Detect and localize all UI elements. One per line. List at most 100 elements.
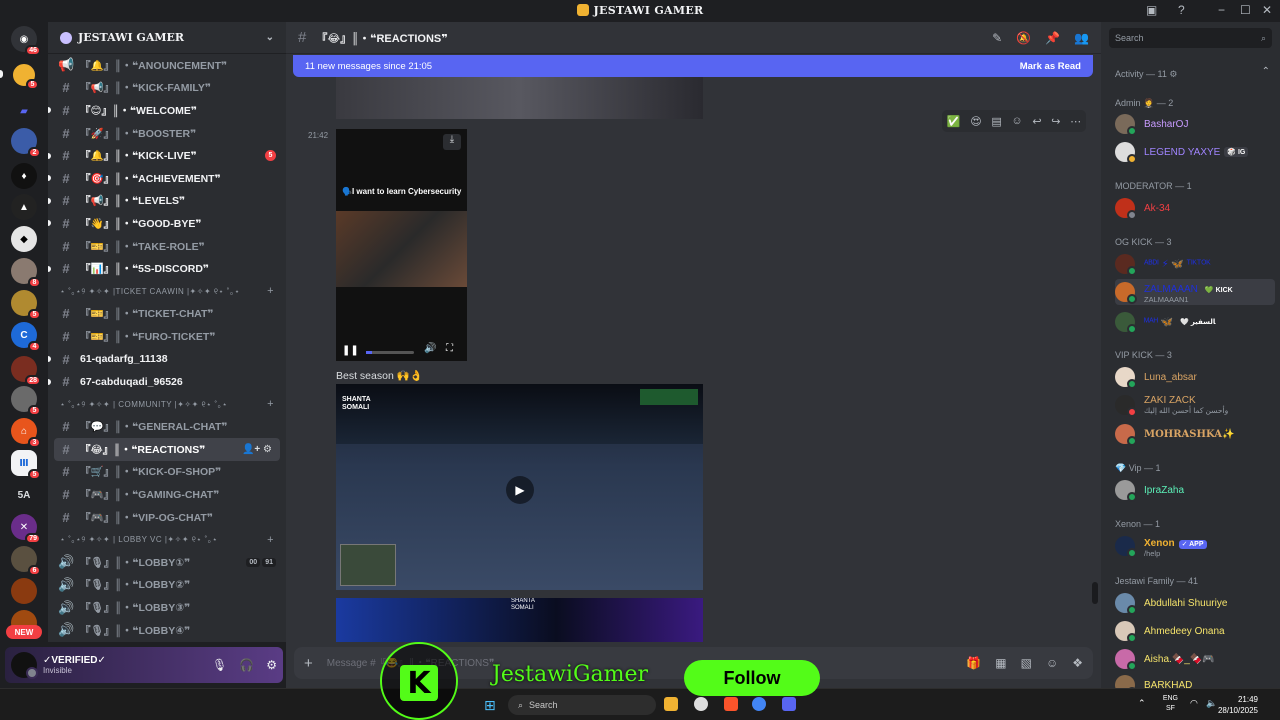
- member-item[interactable]: ᴬᴮᴰᴵ ⚡ 🦋 ᵀᴵᴷᵀᴼᴷ: [1115, 251, 1273, 277]
- search-box[interactable]: ⌕: [1109, 28, 1272, 48]
- voice-lobby-2[interactable]: 🔊 『🎙』║ ・❝LOBBY②❞: [48, 574, 286, 597]
- image-attachment[interactable]: [336, 77, 703, 119]
- reaction-custom-icon[interactable]: ▤: [991, 115, 1001, 128]
- channel-67-cabduqadi[interactable]: #67-cabduqadi_96526: [48, 370, 286, 393]
- member-item[interactable]: BasharOJ: [1115, 111, 1273, 137]
- wifi-icon[interactable]: ◠: [1190, 698, 1198, 709]
- channel-5s-discord[interactable]: # 『📊』║ ・❝5S-DISCORD❞: [48, 257, 286, 280]
- brave-icon[interactable]: [724, 697, 738, 711]
- category-ticket[interactable]: ⋆ ˚｡⋆୨ ✦✧✦ |TICKET CAAWIN |✦✧✦ ୧⋆ ˚｡⋆ +: [48, 280, 286, 303]
- member-item[interactable]: Aisha.🍫_🍫🎮: [1115, 646, 1273, 672]
- search-input[interactable]: [1115, 33, 1245, 43]
- volume-icon[interactable]: 🔊: [424, 343, 436, 354]
- member-item[interactable]: ZALMAAAN 💚 KICK ZALMAAAN1: [1115, 279, 1275, 305]
- channel-levels[interactable]: # 『📢』║ ・❝LEVELS❞: [48, 190, 286, 213]
- channel-ticket-chat[interactable]: # 『🎫』║ ・❝TICKET-CHAT❞: [48, 303, 286, 326]
- channel-achievement[interactable]: # 『🎯』║ ・❝ACHIEVEMENT❞: [48, 167, 286, 190]
- fullscreen-icon[interactable]: ⛶: [446, 343, 453, 354]
- close-button[interactable]: ✕: [1262, 3, 1272, 17]
- server-jestawi[interactable]: 5: [11, 62, 39, 90]
- member-item[interactable]: ZAKI ZACK وأحسن كما أحسن الله إليك: [1115, 392, 1273, 418]
- chevron-down-icon[interactable]: ⌄: [266, 32, 274, 43]
- reaction-heart-eyes-icon[interactable]: 😍: [970, 115, 981, 128]
- windows-start-icon[interactable]: ⊞: [484, 697, 496, 714]
- member-item[interactable]: BARKHAD: [1115, 672, 1273, 688]
- server-icon[interactable]: 8: [11, 258, 41, 288]
- server-icon[interactable]: ✕ 79: [11, 514, 41, 544]
- avatar[interactable]: [11, 652, 38, 679]
- taskbar-search-input[interactable]: [529, 700, 630, 710]
- channel-kick-live[interactable]: # 『🔔』║ ・❝KICK-LIVE❞ 5: [48, 144, 286, 167]
- channel-vip-og-chat[interactable]: # 『🎮』║ ・❝VIP-OG-CHAT❞: [48, 506, 286, 529]
- reaction-check-icon[interactable]: ✅: [947, 115, 961, 128]
- category-lobby[interactable]: ⋆ ˚｡⋆୨ ✦✧✦ | LOBBY VC |✦✧✦ ୧⋆ ˚｡⋆ +: [48, 528, 286, 551]
- user-info[interactable]: ✓VERIFIED✓ Invisible: [43, 655, 106, 675]
- pin-icon[interactable]: 📌: [1045, 31, 1060, 45]
- scrollbar[interactable]: [1092, 582, 1098, 604]
- add-reaction-icon[interactable]: ☺: [1011, 115, 1022, 127]
- emoji-icon[interactable]: ☺: [1046, 656, 1058, 670]
- voice-lobby-3[interactable]: 🔊 『🎙』║ ・❝LOBBY③❞: [48, 596, 286, 619]
- apps-icon[interactable]: ❖: [1072, 656, 1083, 670]
- server-5a[interactable]: 5A: [11, 482, 37, 508]
- member-item[interactable]: MOHRASHKA✨: [1115, 421, 1273, 447]
- gear-icon[interactable]: ⚙: [266, 658, 277, 672]
- help-icon[interactable]: ?: [1178, 3, 1185, 17]
- maximize-button[interactable]: ☐: [1240, 3, 1251, 17]
- headphones-icon[interactable]: 🎧: [239, 658, 254, 672]
- member-item[interactable]: ᴹᴬᴴ 🦋 🤍 ﺎﻟﺴﻔﻴﺮ: [1115, 309, 1273, 335]
- system-clock[interactable]: 21:49 28/10/2025: [1218, 694, 1258, 716]
- server-icon[interactable]: 28: [11, 356, 41, 386]
- steam-icon[interactable]: [694, 697, 708, 711]
- channel-kick-family[interactable]: # 『📢』║ ・❝KICK-FAMILY❞: [48, 77, 286, 100]
- server-icon[interactable]: [11, 578, 37, 604]
- member-item[interactable]: Luna_absar: [1115, 364, 1273, 390]
- video-attachment[interactable]: SHANTA SOMALI: [336, 598, 703, 642]
- server-icon[interactable]: 5: [11, 290, 41, 320]
- server-icon[interactable]: ▲: [11, 194, 37, 220]
- pause-icon[interactable]: ❚❚: [342, 345, 359, 356]
- server-icon[interactable]: 5: [11, 386, 41, 416]
- new-messages-bar[interactable]: 11 new messages since 21:05 Mark as Read: [293, 55, 1093, 77]
- server-icon[interactable]: 2: [11, 128, 41, 158]
- server-icon[interactable]: ♦: [11, 163, 37, 189]
- member-item[interactable]: IpraZaha: [1115, 477, 1273, 503]
- microphone-icon[interactable]: 🎙: [212, 658, 227, 672]
- discord-icon[interactable]: [782, 697, 796, 711]
- chevron-up-icon[interactable]: ⌃: [1138, 698, 1146, 709]
- channel-good-bye[interactable]: # 『👋』║ ・❝GOOD-BYE❞: [48, 212, 286, 235]
- channel-kick-of-shop[interactable]: # 『🛒』║ ・❝KICK-OF-SHOP❞: [48, 461, 286, 484]
- taskbar-search[interactable]: ⌕: [508, 695, 656, 715]
- voice-lobby-4[interactable]: 🔊 『🎙』║ ・❝LOBBY④❞: [48, 619, 286, 642]
- kick-logo-circle[interactable]: K: [380, 642, 458, 720]
- member-item[interactable]: Xenon ✓ APP/help: [1115, 533, 1273, 559]
- channel-gaming-chat[interactable]: # 『🎮』║ ・❝GAMING-CHAT❞: [48, 483, 286, 506]
- server-icon[interactable]: ⌂ 3: [11, 418, 41, 448]
- server-icon[interactable]: 6: [11, 546, 41, 576]
- activity-section[interactable]: Activity — 11 ⚙: [1115, 69, 1177, 80]
- add-channel-icon[interactable]: +: [267, 534, 274, 546]
- channel-take-role[interactable]: # 『🎫』║ ・❝TAKE-ROLE❞: [48, 235, 286, 258]
- channel-furo-ticket[interactable]: # 『🎫』║ ・❝FURO-TICKET❞: [48, 325, 286, 348]
- folder-icon[interactable]: ▰: [11, 98, 37, 124]
- add-channel-icon[interactable]: +: [267, 285, 274, 297]
- minimize-button[interactable]: −: [1218, 3, 1225, 17]
- home-button[interactable]: ◉ 46: [11, 26, 41, 56]
- game-video-attachment[interactable]: SHANTA SOMALI ▶: [336, 384, 703, 590]
- chevron-up-icon[interactable]: ⌃: [1262, 66, 1270, 77]
- member-item[interactable]: Ak-34: [1115, 195, 1273, 221]
- inbox-icon[interactable]: ▣: [1146, 3, 1157, 17]
- download-icon[interactable]: ⤓: [443, 134, 461, 150]
- sticker-icon[interactable]: ▧: [1021, 656, 1032, 670]
- file-explorer-icon[interactable]: [664, 697, 678, 711]
- reply-icon[interactable]: ↩: [1032, 115, 1041, 128]
- voice-lobby-1[interactable]: 🔊 『🎙』║ ・❝LOBBY①❞ 00 91: [48, 551, 286, 574]
- channel-booster[interactable]: # 『🚀』║ ・❝BOOSTER❞: [48, 122, 286, 145]
- follow-button[interactable]: Follow: [684, 660, 820, 696]
- member-item[interactable]: LEGEND YAXYE 🎲 IG: [1115, 139, 1273, 165]
- language-indicator[interactable]: ENG SF: [1163, 694, 1178, 714]
- video-progress[interactable]: [366, 351, 414, 354]
- volume-icon[interactable]: 🔈: [1206, 698, 1217, 709]
- channel-settings-icon[interactable]: 👤+ ⚙: [242, 444, 272, 455]
- gift-icon[interactable]: 🎁: [966, 656, 981, 670]
